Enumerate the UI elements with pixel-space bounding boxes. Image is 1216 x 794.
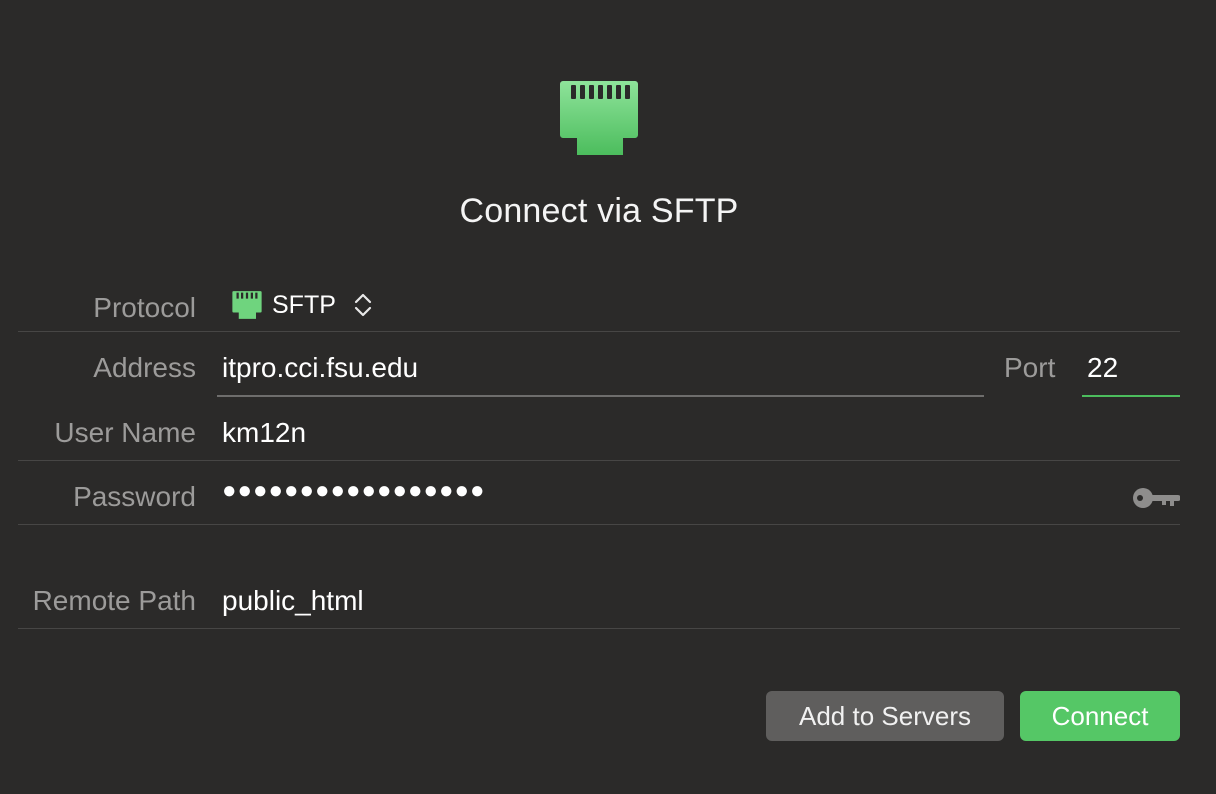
- address-label: Address: [93, 352, 196, 383]
- user-name-row: User Name km12n: [18, 397, 1180, 461]
- remote-path-row: Remote Path public_html: [18, 565, 1180, 629]
- password-row: Password ●●●●●●●●●●●●●●●●●: [18, 461, 1180, 525]
- password-input[interactable]: ●●●●●●●●●●●●●●●●●: [222, 477, 485, 505]
- address-input[interactable]: itpro.cci.fsu.edu: [217, 342, 984, 397]
- dialog-title: Connect via SFTP: [459, 192, 739, 230]
- add-to-servers-button[interactable]: Add to Servers: [766, 691, 1004, 741]
- remote-path-label: Remote Path: [32, 585, 196, 616]
- user-name-label: User Name: [54, 417, 196, 448]
- protocol-label: Protocol: [93, 292, 196, 323]
- key-icon[interactable]: [1132, 485, 1180, 511]
- password-label: Password: [73, 481, 196, 512]
- port-input[interactable]: 22: [1082, 342, 1180, 397]
- port-value: 22: [1087, 352, 1119, 383]
- port-label: Port: [1004, 352, 1056, 383]
- address-row: Address itpro.cci.fsu.edu Port 22: [18, 332, 1180, 397]
- protocol-value: SFTP: [272, 290, 336, 319]
- protocol-select[interactable]: SFTP: [232, 288, 374, 322]
- user-name-input[interactable]: km12n: [222, 417, 306, 449]
- connect-button[interactable]: Connect: [1020, 691, 1180, 741]
- sftp-connect-dialog: Connect via SFTP Protocol SFTP Address i…: [0, 0, 1216, 794]
- remote-path-input[interactable]: public_html: [222, 585, 364, 617]
- protocol-row: Protocol SFTP: [18, 270, 1180, 332]
- ethernet-port-icon: [560, 81, 638, 155]
- ethernet-port-icon: [232, 291, 262, 319]
- address-value: itpro.cci.fsu.edu: [222, 352, 419, 383]
- chevron-up-down-icon: [354, 293, 372, 317]
